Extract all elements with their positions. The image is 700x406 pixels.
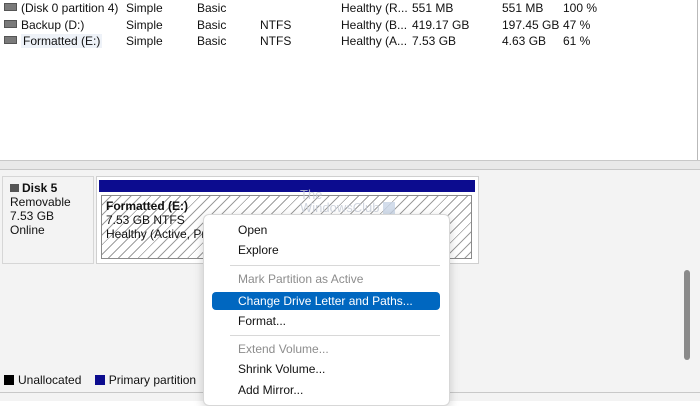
type-cell: Basic (197, 34, 227, 48)
volume-name: Backup (D:) (21, 18, 85, 32)
drive-icon (4, 3, 17, 11)
volume-row[interactable]: (Disk 0 partition 4) Simple Basic Health… (0, 0, 700, 16)
menu-item-label: Add Mirror... (238, 383, 304, 397)
vertical-scrollbar[interactable] (684, 270, 690, 360)
menu-item-extend-volume: Extend Volume... (212, 340, 440, 358)
volume-row[interactable]: Formatted (E:) Simple Basic NTFS Healthy… (0, 33, 700, 49)
disk-title: Disk 5 (22, 181, 58, 195)
type-cell: Basic (197, 18, 227, 32)
volume-name-cell: (Disk 0 partition 4) (4, 0, 118, 16)
pane-splitter[interactable] (0, 160, 700, 170)
partition-name: Formatted (E:) (106, 199, 188, 213)
layout-cell: Simple (126, 18, 163, 32)
free-space-cell: 551 MB (502, 1, 544, 15)
percent-free-cell: 100 % (563, 1, 598, 15)
disk-info-box[interactable]: Disk 5 Removable 7.53 GB Online (2, 176, 94, 264)
watermark-logo-icon (383, 202, 396, 214)
menu-item-explore[interactable]: Explore (212, 241, 440, 259)
menu-item-label: Extend Volume... (238, 342, 329, 356)
legend-label: Unallocated (18, 373, 82, 387)
legend-label: Primary partition (108, 373, 197, 387)
watermark-line2: WindowsClub (300, 200, 380, 215)
menu-item-label: Mark Partition as Active (238, 272, 364, 286)
unallocated-swatch (4, 375, 14, 385)
menu-item-label: Explore (238, 243, 279, 257)
capacity-cell: 7.53 GB (412, 34, 457, 48)
list-border (697, 0, 698, 160)
volume-list: (Disk 0 partition 4) Simple Basic Health… (0, 0, 700, 160)
menu-item-format[interactable]: Format... (212, 312, 440, 330)
status-cell: Healthy (B... (341, 18, 408, 32)
free-space-cell: 4.63 GB (502, 34, 547, 48)
filesystem-cell: NTFS (260, 18, 292, 32)
capacity-cell: 551 MB (412, 1, 454, 15)
layout-cell: Simple (126, 1, 163, 15)
menu-item-open[interactable]: Open (212, 221, 440, 239)
capacity-cell: 419.17 GB (412, 18, 470, 32)
menu-separator (230, 335, 440, 336)
primary-partition-bar (99, 180, 475, 192)
drive-icon (4, 36, 17, 44)
context-menu: Open Explore Mark Partition as Active Ch… (203, 214, 450, 406)
filesystem-cell: NTFS (260, 34, 292, 48)
menu-item-add-mirror[interactable]: Add Mirror... (212, 381, 440, 399)
menu-item-label: Change Drive Letter and Paths... (238, 294, 413, 308)
menu-item-shrink-volume[interactable]: Shrink Volume... (212, 360, 440, 378)
legend: Unallocated Primary partition (4, 373, 206, 387)
status-cell: Healthy (R... (341, 1, 408, 15)
drive-icon (4, 20, 17, 28)
menu-separator (230, 265, 440, 266)
partition-status: Healthy (Active, Prin (106, 227, 215, 241)
status-cell: Healthy (A... (341, 34, 408, 48)
menu-item-label: Shrink Volume... (238, 362, 326, 376)
disk-state: Online (10, 223, 45, 237)
volume-name-cell: Formatted (E:) (4, 33, 103, 49)
volume-row[interactable]: Backup (D:) Simple Basic NTFS Healthy (B… (0, 17, 700, 33)
primary-swatch (94, 375, 105, 385)
legend-item-primary: Primary partition (94, 373, 197, 387)
menu-item-change-drive-letter[interactable]: Change Drive Letter and Paths... (212, 292, 440, 310)
percent-free-cell: 47 % (563, 18, 591, 32)
free-space-cell: 197.45 GB (502, 18, 560, 32)
type-cell: Basic (197, 1, 227, 15)
disk-title-row: Disk 5 (10, 181, 93, 195)
menu-item-label: Open (238, 223, 268, 237)
disk-kind: Removable (10, 195, 71, 209)
legend-item-unallocated: Unallocated (4, 373, 81, 387)
disk-size: 7.53 GB (10, 209, 55, 223)
menu-item-mark-active: Mark Partition as Active (212, 270, 440, 288)
menu-item-label: Format... (238, 314, 287, 328)
disk-icon (10, 184, 19, 192)
volume-name-cell: Backup (D:) (4, 17, 84, 33)
partition-size: 7.53 GB NTFS (106, 213, 185, 227)
percent-free-cell: 61 % (563, 34, 591, 48)
volume-name: Formatted (E:) (21, 34, 103, 48)
watermark: The WindowsClub (300, 188, 396, 215)
layout-cell: Simple (126, 34, 163, 48)
volume-name: (Disk 0 partition 4) (21, 1, 119, 15)
